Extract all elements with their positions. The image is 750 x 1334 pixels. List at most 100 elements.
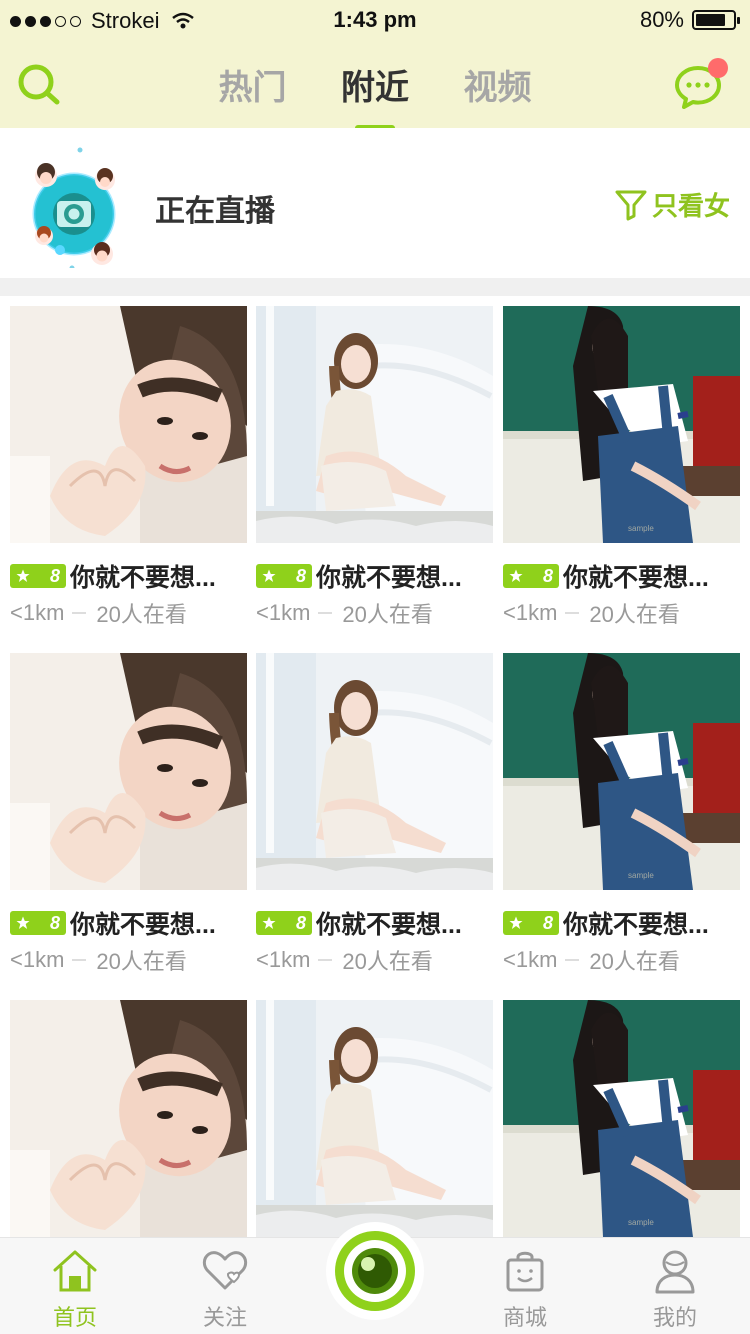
meta-separator	[565, 959, 580, 961]
star-icon	[16, 569, 30, 582]
nav-home[interactable]: 首页	[25, 1248, 125, 1332]
svg-text:sample: sample	[628, 524, 654, 533]
nav-mall[interactable]: 商城	[475, 1248, 575, 1332]
level-badge: 8	[503, 911, 559, 935]
live-camera-globe-icon[interactable]	[30, 138, 140, 268]
viewer-count: 20人在看	[96, 949, 187, 974]
stream-thumbnail[interactable]	[10, 306, 247, 543]
stream-thumbnail[interactable]: sample	[503, 653, 740, 890]
meta-separator	[72, 612, 87, 614]
viewer-count: 20人在看	[589, 949, 680, 974]
stream-card[interactable]: 8 你就不要想... <1km 20人在看	[256, 653, 493, 976]
battery-fill	[696, 14, 725, 26]
stream-card[interactable]: sample 8 你就不要想... <1km 20人在看	[503, 306, 740, 629]
stream-thumbnail[interactable]	[256, 653, 493, 890]
level-badge: 8	[256, 911, 312, 935]
star-icon	[262, 569, 276, 582]
stream-title: 你就不要想...	[316, 564, 462, 592]
distance: <1km	[256, 600, 311, 625]
stream-photo	[10, 306, 247, 543]
star-icon	[262, 916, 276, 929]
stream-thumbnail[interactable]	[256, 306, 493, 543]
nav-me-label: 我的	[652, 1305, 697, 1330]
stream-meta: <1km 20人在看	[10, 597, 247, 629]
svg-text:sample: sample	[628, 871, 654, 880]
stream-thumbnail[interactable]: sample	[503, 1000, 740, 1237]
section-divider	[0, 278, 750, 296]
nav-follow[interactable]: 关注	[175, 1248, 275, 1332]
level-badge: 8	[503, 564, 559, 588]
stream-meta: <1km 20人在看	[503, 597, 740, 629]
stream-photo	[256, 1000, 493, 1237]
stream-meta: <1km 20人在看	[10, 944, 247, 976]
stream-title: 你就不要想...	[70, 564, 216, 592]
heart-icon	[202, 1251, 248, 1290]
stream-title: 你就不要想...	[316, 911, 462, 939]
level-value: 8	[49, 565, 60, 586]
stream-title: 你就不要想...	[70, 911, 216, 939]
stream-title-row: 8 你就不要想...	[503, 559, 740, 593]
tab-video[interactable]: 视频	[463, 60, 531, 109]
stream-meta: <1km 20人在看	[256, 597, 493, 629]
home-icon	[53, 1250, 97, 1292]
stream-title-row: 8 你就不要想...	[10, 906, 247, 940]
tab-bar: 热门 附近 视频	[0, 60, 750, 109]
start-live-button[interactable]	[326, 1222, 424, 1320]
meta-separator	[318, 959, 333, 961]
level-value: 8	[295, 565, 306, 586]
stream-thumbnail[interactable]	[10, 653, 247, 890]
live-section: 正在直播 只看女	[0, 128, 750, 278]
stream-title-row: 8 你就不要想...	[503, 906, 740, 940]
level-value: 8	[542, 565, 553, 586]
stream-photo: sample	[503, 306, 740, 543]
tab-nearby[interactable]: 附近	[341, 60, 409, 109]
star-icon	[509, 569, 523, 582]
stream-card[interactable]: 8 你就不要想... <1km 20人在看	[10, 653, 247, 976]
bottom-nav: 首页 关注 商城 我的	[0, 1222, 750, 1334]
stream-card[interactable]: sample 8 你就不要想... <1km 20人在看	[503, 653, 740, 976]
battery-percent: 80%	[639, 7, 684, 32]
stream-title: 你就不要想...	[563, 564, 709, 592]
stream-thumbnail[interactable]	[10, 1000, 247, 1237]
distance: <1km	[10, 947, 65, 972]
stream-card[interactable]: 8 你就不要想... <1km 20人在看	[10, 306, 247, 629]
stream-thumbnail[interactable]	[256, 1000, 493, 1237]
tab-hot[interactable]: 热门	[219, 60, 287, 109]
stream-card[interactable]: 8 你就不要想... <1km 20人在看	[256, 306, 493, 629]
distance: <1km	[10, 600, 65, 625]
level-badge: 8	[10, 564, 66, 588]
female-only-filter[interactable]: 只看女	[614, 186, 730, 223]
nav-me[interactable]: 我的	[625, 1248, 725, 1332]
stream-meta: <1km 20人在看	[256, 944, 493, 976]
nav-mall-label: 商城	[502, 1305, 547, 1330]
live-title: 正在直播	[155, 195, 275, 228]
distance: <1km	[503, 947, 558, 972]
star-icon	[509, 916, 523, 929]
stream-thumbnail[interactable]: sample	[503, 306, 740, 543]
level-value: 8	[295, 912, 306, 933]
star-icon	[16, 916, 30, 929]
stream-title: 你就不要想...	[563, 911, 709, 939]
viewer-count: 20人在看	[96, 602, 187, 627]
notification-badge	[708, 58, 728, 78]
nav-follow-label: 关注	[202, 1305, 247, 1330]
shopping-bag-icon	[506, 1251, 544, 1292]
meta-separator	[318, 612, 333, 614]
stream-meta: <1km 20人在看	[503, 944, 740, 976]
stream-title-row: 8 你就不要想...	[256, 559, 493, 593]
distance: <1km	[256, 947, 311, 972]
stream-photo	[10, 1000, 247, 1237]
stream-title-row: 8 你就不要想...	[10, 559, 247, 593]
level-badge: 8	[256, 564, 312, 588]
camera-icon	[335, 1231, 415, 1311]
messages-button[interactable]	[674, 58, 728, 110]
user-icon	[655, 1250, 695, 1294]
stream-photo	[256, 653, 493, 890]
stream-photo	[10, 653, 247, 890]
meta-separator	[565, 612, 580, 614]
svg-text:sample: sample	[628, 1218, 654, 1227]
stream-photo: sample	[503, 1000, 740, 1237]
level-badge: 8	[10, 911, 66, 935]
meta-separator	[72, 959, 87, 961]
viewer-count: 20人在看	[589, 602, 680, 627]
